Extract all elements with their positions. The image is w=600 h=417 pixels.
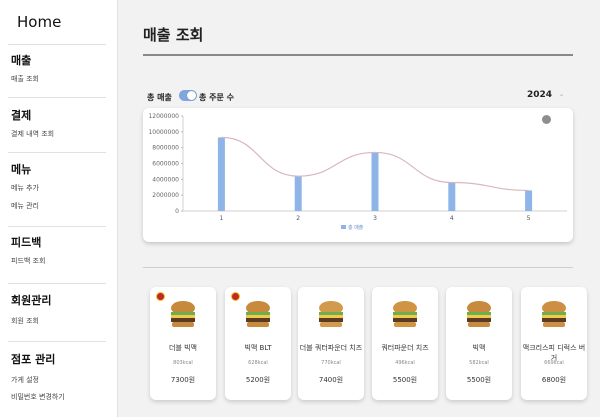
- section-divider: [143, 267, 573, 268]
- x-tick-label: 2: [296, 215, 300, 222]
- sidebar-group-payment[interactable]: 결제: [11, 107, 31, 123]
- chevron-down-icon: ⌄: [559, 91, 565, 98]
- total-sales-label: 총 매출: [147, 93, 172, 102]
- menu-name: 쿼터파운더 치즈: [381, 344, 429, 352]
- legend-label: 총 매출: [348, 224, 364, 231]
- sidebar-divider: [8, 283, 106, 284]
- sidebar-item-members-view[interactable]: 회원 조회: [11, 316, 39, 326]
- menu-price: 5500원: [392, 376, 418, 384]
- page-title: 매출 조회: [143, 26, 204, 44]
- bar-1: [217, 137, 225, 211]
- menu-name: 빅맥 BLT: [244, 344, 272, 352]
- menu-card[interactable]: 빅맥 BLT 628kcal 5200원: [225, 287, 291, 400]
- menu-price: 5500원: [466, 376, 492, 384]
- x-tick-label: 5: [527, 215, 531, 222]
- y-tick-label: 4000000: [152, 176, 179, 183]
- toggle-knob: [187, 91, 196, 100]
- sidebar-group-store[interactable]: 점포 관리: [11, 351, 55, 367]
- burger-icon: [319, 301, 343, 327]
- y-tick-label: 10000000: [148, 129, 179, 136]
- bar-3: [371, 152, 379, 211]
- burger-icon: [467, 301, 491, 327]
- sidebar-divider: [8, 341, 106, 342]
- menu-kcal: 628kcal: [248, 360, 268, 366]
- sidebar-divider: [8, 226, 106, 227]
- menu-kcal: 496kcal: [395, 360, 415, 366]
- menu-card[interactable]: 맥크리스피 디럭스 버거 669kcal 6800원: [521, 287, 587, 400]
- y-tick-label: 6000000: [152, 161, 179, 168]
- sidebar-item-change-password[interactable]: 비밀번호 변경하기: [11, 392, 65, 402]
- sidebar-divider: [8, 44, 106, 45]
- menu-card[interactable]: 빅맥 582kcal 5500원: [446, 287, 512, 400]
- total-orders-label: 총 주문 수: [199, 93, 235, 102]
- sidebar-group-feedback[interactable]: 피드백: [11, 234, 41, 250]
- burger-icon: [542, 301, 566, 327]
- burger-icon: [171, 301, 195, 327]
- menu-price: 5200원: [245, 376, 271, 384]
- bar-2: [294, 176, 302, 211]
- sidebar-home-link[interactable]: Home: [17, 13, 61, 31]
- burger-icon: [246, 301, 270, 327]
- sidebar-item-menu-manage[interactable]: 메뉴 관리: [11, 201, 39, 211]
- bar-4: [448, 182, 456, 211]
- menu-price: 6800원: [541, 376, 567, 384]
- y-tick-label: 8000000: [152, 145, 179, 152]
- burger-icon: [393, 301, 417, 327]
- x-tick-label: 3: [373, 215, 377, 222]
- sidebar-item-menu-add[interactable]: 메뉴 추가: [11, 183, 39, 193]
- y-tick-label: 12000000: [148, 113, 179, 120]
- badge-icon: [231, 292, 240, 301]
- sidebar-item-feedback-view[interactable]: 피드백 조회: [11, 256, 45, 266]
- title-divider: [143, 54, 573, 56]
- sidebar-group-menu[interactable]: 메뉴: [11, 161, 31, 177]
- sales-chart-card: 0 2000000 4000000 6000000 8000000 10000000 120…: [143, 108, 573, 242]
- menu-name: 빅맥: [472, 344, 486, 352]
- menu-kcal: 669kcal: [544, 360, 564, 366]
- menu-name: 더블 빅맥: [169, 344, 197, 352]
- x-tick-label: 1: [219, 215, 223, 222]
- menu-price: 7400원: [318, 376, 344, 384]
- sidebar: Home 매출 매출 조회 결제 결제 내역 조회 메뉴 메뉴 추가 메뉴 관리…: [0, 0, 118, 417]
- app: Home 매출 매출 조회 결제 결제 내역 조회 메뉴 메뉴 추가 메뉴 관리…: [0, 0, 600, 417]
- bar-5: [525, 190, 533, 211]
- y-tick-label: 2000000: [152, 192, 179, 199]
- menu-price: 7300원: [170, 376, 196, 384]
- menu-kcal: 803kcal: [173, 360, 193, 366]
- sidebar-group-sales[interactable]: 매출: [11, 52, 31, 68]
- y-tick-label: 0: [175, 208, 179, 215]
- year-select[interactable]: 2024 ⌄: [527, 90, 567, 102]
- menu-card[interactable]: 더블 빅맥 803kcal 7300원: [150, 287, 216, 400]
- legend-swatch: [341, 225, 346, 229]
- menu-kcal: 582kcal: [469, 360, 489, 366]
- badge-icon: [156, 292, 165, 301]
- menu-kcal: 770kcal: [321, 360, 341, 366]
- sales-chart: 0 2000000 4000000 6000000 8000000 10000000 120…: [148, 113, 567, 231]
- sidebar-item-payment-history[interactable]: 결제 내역 조회: [11, 129, 54, 139]
- menu-card[interactable]: 더블 쿼터파운더 치즈 770kcal 7400원: [298, 287, 364, 400]
- year-value: 2024: [527, 90, 553, 100]
- sidebar-divider: [8, 152, 106, 153]
- menu-card[interactable]: 쿼터파운더 치즈 496kcal 5500원: [372, 287, 438, 400]
- sidebar-divider: [8, 97, 106, 98]
- x-tick-label: 4: [450, 215, 454, 222]
- sidebar-item-store-settings[interactable]: 가게 설정: [11, 375, 39, 385]
- metric-toggle[interactable]: [179, 90, 197, 101]
- chart-menu-icon[interactable]: [542, 115, 551, 124]
- sidebar-item-sales-view[interactable]: 매출 조회: [11, 74, 39, 84]
- sidebar-group-members[interactable]: 회원관리: [11, 292, 51, 308]
- menu-name: 더블 쿼터파운더 치즈: [299, 344, 363, 352]
